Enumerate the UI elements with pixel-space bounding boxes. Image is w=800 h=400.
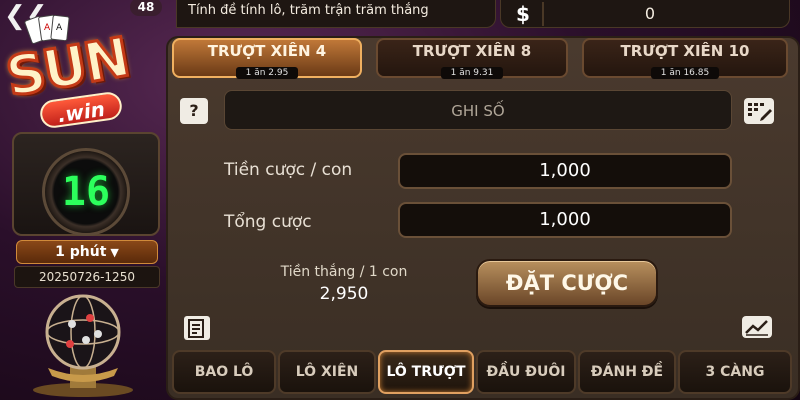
tab-lo-xien[interactable]: LÔ XIÊN: [278, 350, 376, 394]
period-label: 1 phút: [55, 244, 107, 260]
tab-label: TRƯỢT XIÊN 10: [620, 42, 750, 60]
win-per-unit-value: 2,950: [319, 284, 369, 304]
tab-odds: 1 ăn 2.95: [235, 67, 299, 79]
notification-badge[interactable]: 48: [130, 0, 162, 16]
dollar-icon: $: [516, 2, 530, 26]
tab-truot-xien-10[interactable]: TRƯỢT XIÊN 10 1 ăn 16.85: [582, 38, 788, 79]
chevron-down-icon: ▼: [110, 246, 119, 259]
total-value: 1,000: [398, 202, 732, 238]
balance-divider: [542, 2, 544, 26]
trend-chart-icon[interactable]: [742, 316, 772, 338]
place-bet-button[interactable]: ĐẶT CƯỢC: [476, 259, 658, 307]
stake-input[interactable]: 1,000: [398, 153, 732, 189]
round-id: 20250726-1250: [14, 266, 160, 288]
balance-value: 0: [644, 4, 656, 23]
countdown-dial: 16: [42, 148, 130, 236]
tab-truot-xien-4[interactable]: TRƯỢT XIÊN 4 1 ăn 2.95: [172, 38, 362, 79]
tab-truot-xien-8[interactable]: TRƯỢT XIÊN 8 1 ăn 9.31: [376, 38, 568, 79]
tab-lo-truot[interactable]: LÔ TRƯỢT: [378, 350, 474, 394]
tab-label: TRƯỢT XIÊN 8: [412, 42, 532, 60]
sunwin-logo: A A SUN .win: [0, 14, 154, 132]
total-label: Tổng cược: [224, 212, 312, 232]
keypad-edit-icon[interactable]: [744, 98, 774, 124]
tab-3-cang[interactable]: 3 CÀNG: [678, 350, 792, 394]
stake-label: Tiền cược / con: [224, 160, 353, 180]
tab-odds: 1 ăn 9.31: [440, 67, 504, 79]
history-note-icon[interactable]: [184, 316, 210, 340]
svg-text:A: A: [44, 23, 51, 33]
win-per-unit-label: Tiền thắng / 1 con: [280, 264, 408, 280]
help-icon[interactable]: ?: [180, 98, 208, 124]
tab-odds: 1 ăn 16.85: [650, 67, 720, 79]
tab-danh-de[interactable]: ĐÁNH ĐỀ: [578, 350, 676, 394]
tab-label: TRƯỢT XIÊN 4: [207, 42, 327, 60]
tab-dau-duoi[interactable]: ĐẦU ĐUÔI: [476, 350, 576, 394]
period-select[interactable]: 1 phút ▼: [16, 240, 158, 264]
slogan-text: Tính đề tính lô, trăm trận trăm thắng: [188, 3, 429, 18]
countdown-value: 16: [61, 169, 111, 215]
lottery-cage-icon: [33, 294, 133, 397]
svg-text:A: A: [56, 23, 63, 33]
countdown-panel: 16: [12, 132, 160, 236]
note-number-input[interactable]: GHI SỐ: [224, 90, 732, 130]
tab-bao-lo[interactable]: BAO LÔ: [172, 350, 276, 394]
